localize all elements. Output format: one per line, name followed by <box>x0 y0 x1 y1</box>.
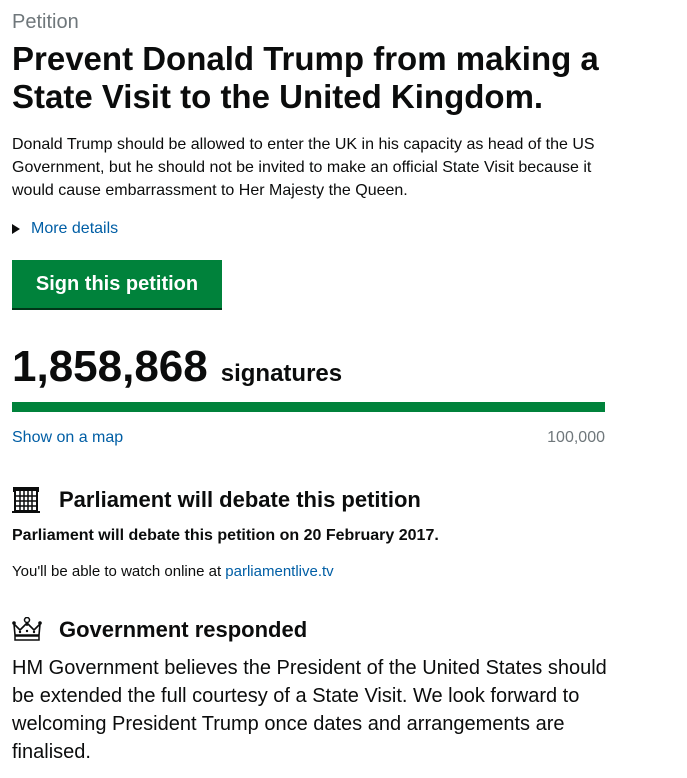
watch-online-prefix: You'll be able to watch online at <box>12 563 226 580</box>
show-on-map-link[interactable]: Show on a map <box>12 428 123 448</box>
more-details-toggle[interactable]: More details <box>12 219 118 239</box>
petition-summary: Donald Trump should be allowed to enter … <box>12 136 595 199</box>
watch-online-text: You'll be able to watch online at parlia… <box>12 562 334 582</box>
debate-heading-text: Parliament will debate this petition <box>59 487 421 512</box>
sign-petition-button[interactable]: Sign this petition <box>12 260 222 308</box>
more-details-label: More details <box>31 220 119 237</box>
signature-progress-bar <box>12 402 605 412</box>
government-response-heading: Government responded <box>12 616 308 643</box>
crown-icon <box>12 616 42 643</box>
government-response-heading-text: Government responded <box>59 617 308 642</box>
debate-heading: Parliament will debate this petition <box>12 487 421 513</box>
page-caption: Petition <box>12 11 79 33</box>
parliament-live-link[interactable]: parliamentlive.tv <box>225 563 333 580</box>
signature-count: 1,858,868 signatures <box>12 342 342 392</box>
government-response-text: HM Government believes the President of … <box>12 657 607 763</box>
disclosure-triangle-icon <box>12 224 20 234</box>
petition-title: Prevent Donald Trump from making a State… <box>12 40 599 115</box>
signature-threshold: 100,000 <box>547 429 605 446</box>
signature-progress-fill <box>12 402 605 412</box>
signature-count-label: signatures <box>220 360 343 387</box>
signature-count-number: 1,858,868 <box>12 342 208 391</box>
portcullis-icon <box>12 487 40 513</box>
debate-date-text: Parliament will debate this petition on … <box>12 527 439 544</box>
